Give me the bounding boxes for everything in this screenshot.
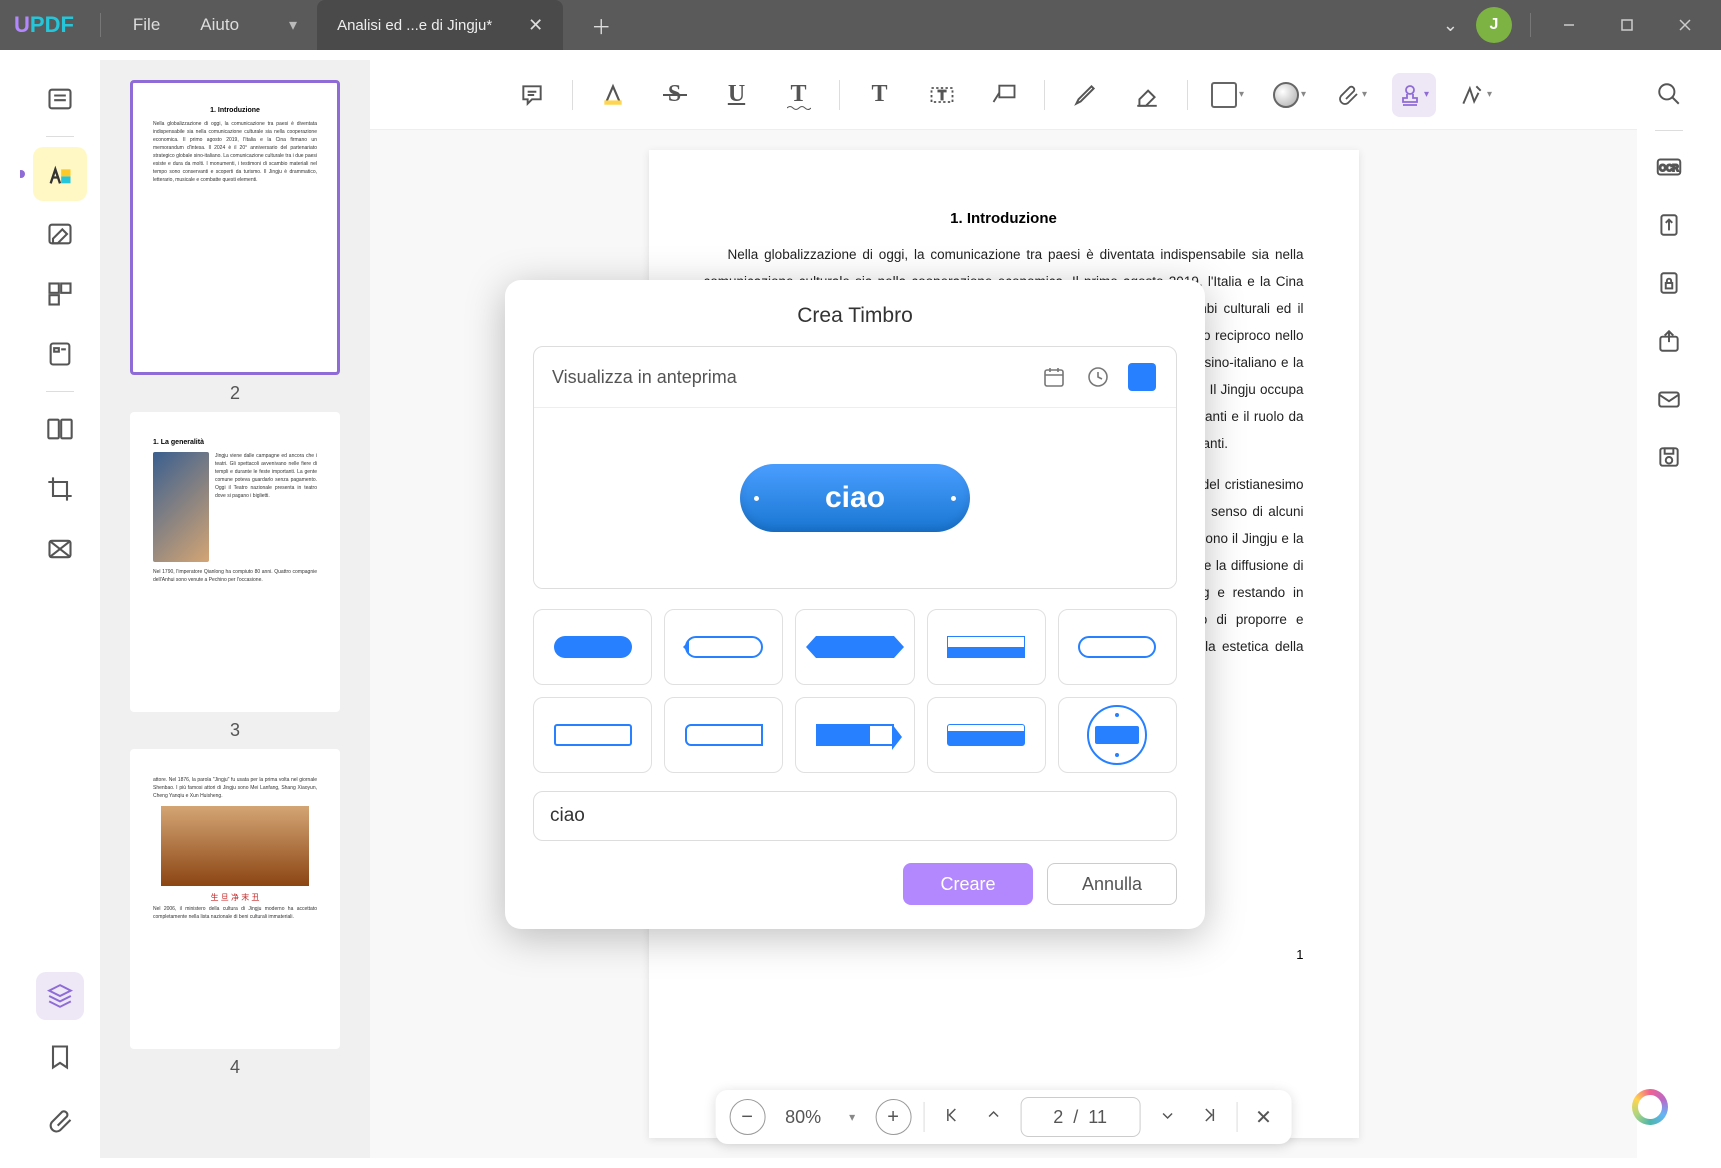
stamp-tool[interactable]: ▾ xyxy=(1392,73,1436,117)
tab-title: Analisi ed ...e di Jingju* xyxy=(337,17,492,34)
zoom-bar: − 80% ▾ + ✕ xyxy=(715,1090,1292,1144)
layers-icon[interactable] xyxy=(36,972,84,1020)
stamp-shape-5[interactable] xyxy=(1058,609,1177,685)
pencil-tool-icon[interactable] xyxy=(1063,73,1107,117)
text-tool-icon[interactable]: T xyxy=(858,73,902,117)
preview-label: Visualizza in anteprima xyxy=(552,367,1026,388)
menu-help[interactable]: Aiuto xyxy=(180,15,259,35)
textbox-tool-icon[interactable]: T xyxy=(920,73,964,117)
menu-file[interactable]: File xyxy=(113,15,180,35)
svg-text:OCR: OCR xyxy=(1659,163,1678,173)
page-number-input[interactable] xyxy=(1020,1097,1140,1137)
shape-tool[interactable]: ▾ xyxy=(1206,73,1250,117)
note-tool-icon[interactable] xyxy=(510,73,554,117)
page-footer-number: 1 xyxy=(704,947,1304,962)
close-button[interactable] xyxy=(1665,5,1705,45)
cancel-button[interactable]: Annulla xyxy=(1047,863,1177,905)
preview-box: Visualizza in anteprima ciao xyxy=(533,346,1177,589)
titlebar-separator xyxy=(1530,13,1531,37)
strikethrough-tool-icon[interactable]: S xyxy=(653,73,697,117)
zoom-in-button[interactable]: + xyxy=(875,1099,911,1135)
logo-u: U xyxy=(14,12,30,38)
left-toolbar xyxy=(20,60,100,1158)
thumbnail-number: 4 xyxy=(230,1057,240,1078)
crop-tool-icon[interactable] xyxy=(33,462,87,516)
prev-page-button[interactable] xyxy=(978,1106,1008,1129)
last-page-button[interactable] xyxy=(1194,1106,1224,1129)
create-stamp-modal: Crea Timbro Visualizza in anteprima ciao xyxy=(505,280,1205,929)
document-tab[interactable]: Analisi ed ...e di Jingju* ✕ xyxy=(317,0,563,50)
zoom-out-button[interactable]: − xyxy=(729,1099,765,1135)
thumbnail-page-2[interactable]: 1. Introduzione Nella globalizzazione di… xyxy=(130,80,340,375)
tab-dropdown-icon[interactable]: ▾ xyxy=(289,15,297,35)
reader-mode-icon[interactable] xyxy=(33,72,87,126)
stamp-shape-2[interactable] xyxy=(664,609,783,685)
attach-tool[interactable]: ▾ xyxy=(1330,73,1374,117)
sticker-tool[interactable]: ▾ xyxy=(1268,73,1312,117)
page-heading: 1. Introduzione xyxy=(704,210,1304,227)
convert-icon[interactable] xyxy=(1647,203,1691,247)
zoom-level: 80% xyxy=(777,1107,829,1128)
stamp-shape-3[interactable] xyxy=(795,609,914,685)
thumbnail-page-4[interactable]: attore. Nel 1876, la parola "Jingju" fu … xyxy=(130,749,340,1049)
app-logo: UPDF xyxy=(0,12,88,38)
ai-assistant-button[interactable] xyxy=(1629,1086,1671,1128)
ocr-icon[interactable]: OCR xyxy=(1647,145,1691,189)
stamp-preview: ciao xyxy=(740,464,970,532)
date-icon[interactable] xyxy=(1038,361,1070,393)
protect-icon[interactable] xyxy=(1647,261,1691,305)
stamp-text-input[interactable] xyxy=(533,791,1177,841)
eraser-tool-icon[interactable] xyxy=(1125,73,1169,117)
highlight-tool-icon[interactable] xyxy=(591,73,635,117)
thumbnail-number: 2 xyxy=(230,383,240,404)
logo-pdf: PDF xyxy=(30,12,74,38)
compare-tool-icon[interactable] xyxy=(33,402,87,456)
redact-tool-icon[interactable] xyxy=(33,522,87,576)
squiggly-tool-icon[interactable]: T xyxy=(777,73,821,117)
modal-title: Crea Timbro xyxy=(533,304,1177,328)
annotation-toolbar: S U T T T ▾ ▾ ▾ ▾ ▾ xyxy=(370,60,1637,130)
maximize-button[interactable] xyxy=(1607,5,1647,45)
comment-tool-icon[interactable] xyxy=(33,147,87,201)
attachment-icon[interactable] xyxy=(33,1094,87,1148)
svg-text:T: T xyxy=(938,87,946,102)
tab-close-icon[interactable]: ✕ xyxy=(522,15,549,36)
minimize-button[interactable] xyxy=(1549,5,1589,45)
stamp-shapes-grid xyxy=(533,609,1177,773)
color-picker[interactable] xyxy=(1126,361,1158,393)
search-icon[interactable] xyxy=(1647,72,1691,116)
titlebar-separator xyxy=(100,13,101,37)
stamp-shape-1[interactable] xyxy=(533,609,652,685)
time-icon[interactable] xyxy=(1082,361,1114,393)
signature-tool[interactable]: ▾ xyxy=(1454,73,1498,117)
zoom-dropdown-icon[interactable]: ▾ xyxy=(841,1110,863,1124)
right-toolbar: OCR xyxy=(1637,60,1701,1158)
thumbnail-page-3[interactable]: 1. La generalità Jingju viene dalle camp… xyxy=(130,412,340,712)
thumbnail-number: 3 xyxy=(230,720,240,741)
stamp-shape-8[interactable] xyxy=(795,697,914,773)
stamp-shape-10[interactable] xyxy=(1058,697,1177,773)
chevron-down-icon[interactable]: ⌄ xyxy=(1443,15,1458,36)
stamp-shape-9[interactable] xyxy=(927,697,1046,773)
user-avatar[interactable]: J xyxy=(1476,7,1512,43)
new-tab-button[interactable]: ＋ xyxy=(583,11,619,40)
create-button[interactable]: Creare xyxy=(903,863,1033,905)
stamp-shape-6[interactable] xyxy=(533,697,652,773)
titlebar: UPDF File Aiuto ▾ Analisi ed ...e di Jin… xyxy=(0,0,1721,50)
organize-pages-icon[interactable] xyxy=(33,267,87,321)
share-icon[interactable] xyxy=(1647,319,1691,363)
first-page-button[interactable] xyxy=(936,1106,966,1129)
edit-tool-icon[interactable] xyxy=(33,207,87,261)
close-zoom-bar-button[interactable]: ✕ xyxy=(1249,1105,1278,1130)
callout-tool-icon[interactable] xyxy=(982,73,1026,117)
bookmark-icon[interactable] xyxy=(33,1030,87,1084)
stamp-shape-7[interactable] xyxy=(664,697,783,773)
thumbnails-panel: 1. Introduzione Nella globalizzazione di… xyxy=(100,60,370,1158)
form-tool-icon[interactable] xyxy=(33,327,87,381)
next-page-button[interactable] xyxy=(1152,1106,1182,1129)
save-icon[interactable] xyxy=(1647,435,1691,479)
email-icon[interactable] xyxy=(1647,377,1691,421)
underline-tool-icon[interactable]: U xyxy=(715,73,759,117)
stamp-shape-4[interactable] xyxy=(927,609,1046,685)
